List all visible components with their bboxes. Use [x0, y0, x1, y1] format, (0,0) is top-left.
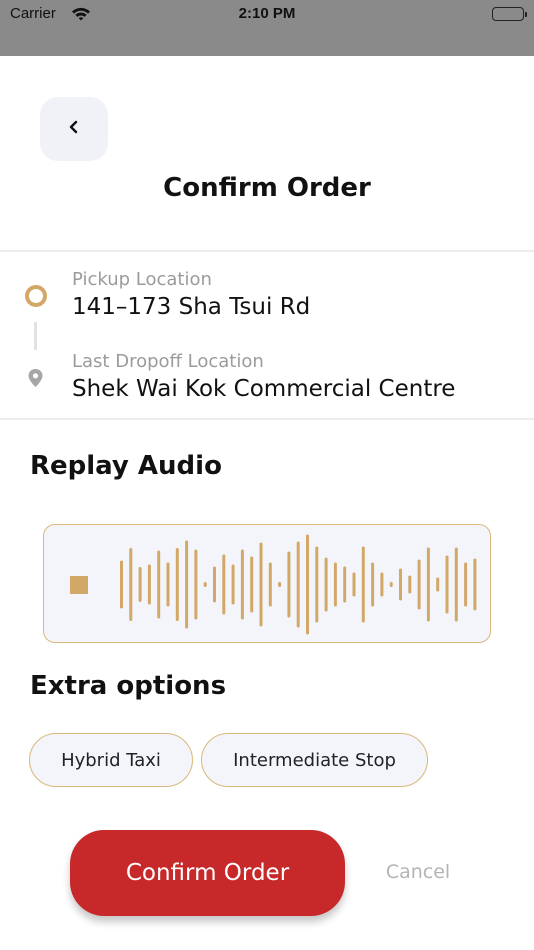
- chip-hybrid-taxi[interactable]: Hybrid Taxi: [29, 733, 193, 787]
- waveform-bar: [120, 560, 123, 609]
- status-bar: Carrier 2:10 PM: [0, 0, 534, 56]
- chevron-left-icon: [67, 119, 81, 139]
- replay-audio-title: Replay Audio: [30, 451, 222, 481]
- waveform-bar: [445, 555, 449, 614]
- waveform-bar: [147, 564, 151, 605]
- battery-icon: [492, 7, 527, 21]
- waveform-bar: [175, 548, 179, 621]
- waveform-bar: [343, 566, 347, 603]
- waveform-bar: [389, 582, 393, 587]
- waveform-bar: [408, 575, 412, 594]
- waveform-bar: [222, 554, 226, 615]
- chip-intermediate-stop[interactable]: Intermediate Stop: [201, 733, 428, 787]
- waveform-bar: [259, 542, 263, 627]
- waveform-bar: [417, 559, 421, 610]
- waveform-bar: [324, 557, 328, 612]
- origin-ring-icon: [25, 285, 47, 307]
- waveform-bar: [250, 556, 254, 613]
- waveform-bar: [138, 567, 142, 602]
- waveform-bar: [454, 547, 458, 622]
- status-time: 2:10 PM: [238, 5, 296, 22]
- stop-icon[interactable]: [70, 576, 88, 594]
- page-title: Confirm Order: [163, 173, 371, 203]
- waveform-bar: [287, 551, 291, 618]
- header-divider: [0, 250, 534, 252]
- route-divider: [0, 418, 534, 420]
- waveform-bar: [157, 550, 161, 619]
- waveform-bar: [231, 564, 235, 605]
- waveform-bar: [426, 547, 430, 622]
- pickup-label: Pickup Location: [72, 269, 212, 290]
- confirm-order-button[interactable]: Confirm Order: [70, 830, 345, 916]
- waveform-bar: [315, 546, 319, 623]
- waveform-bar: [306, 534, 309, 635]
- waveform-bar: [296, 541, 300, 628]
- waveform-bar: [473, 558, 477, 611]
- waveform-bar: [380, 572, 384, 597]
- extra-options-title: Extra options: [30, 671, 227, 701]
- waveform-bar: [278, 582, 282, 587]
- waveform-bar: [240, 549, 244, 620]
- cancel-button[interactable]: Cancel: [370, 861, 466, 883]
- waveform-bar: [436, 577, 440, 592]
- waveform-bar: [361, 546, 365, 623]
- waveform-bar: [129, 548, 133, 621]
- route-connector: [34, 322, 37, 350]
- waveform-bar: [371, 562, 375, 607]
- audio-waveform[interactable]: [116, 525, 486, 644]
- waveform-bar: [203, 582, 207, 587]
- back-button[interactable]: [40, 97, 108, 161]
- audio-player: [43, 524, 491, 643]
- waveform-bar: [194, 549, 198, 620]
- dropoff-address[interactable]: Shek Wai Kok Commercial Centre: [72, 376, 455, 402]
- location-pin-icon: [27, 368, 44, 392]
- waveform-bar: [464, 562, 468, 607]
- pickup-address[interactable]: 141–173 Sha Tsui Rd: [72, 294, 310, 320]
- waveform-bar: [166, 562, 170, 607]
- waveform-bar: [268, 562, 272, 607]
- waveform-bar: [185, 540, 189, 629]
- waveform-bar: [352, 572, 356, 597]
- waveform-bar: [399, 568, 402, 601]
- waveform-bar: [333, 562, 337, 607]
- dropoff-label: Last Dropoff Location: [72, 351, 264, 372]
- waveform-bar: [213, 566, 216, 603]
